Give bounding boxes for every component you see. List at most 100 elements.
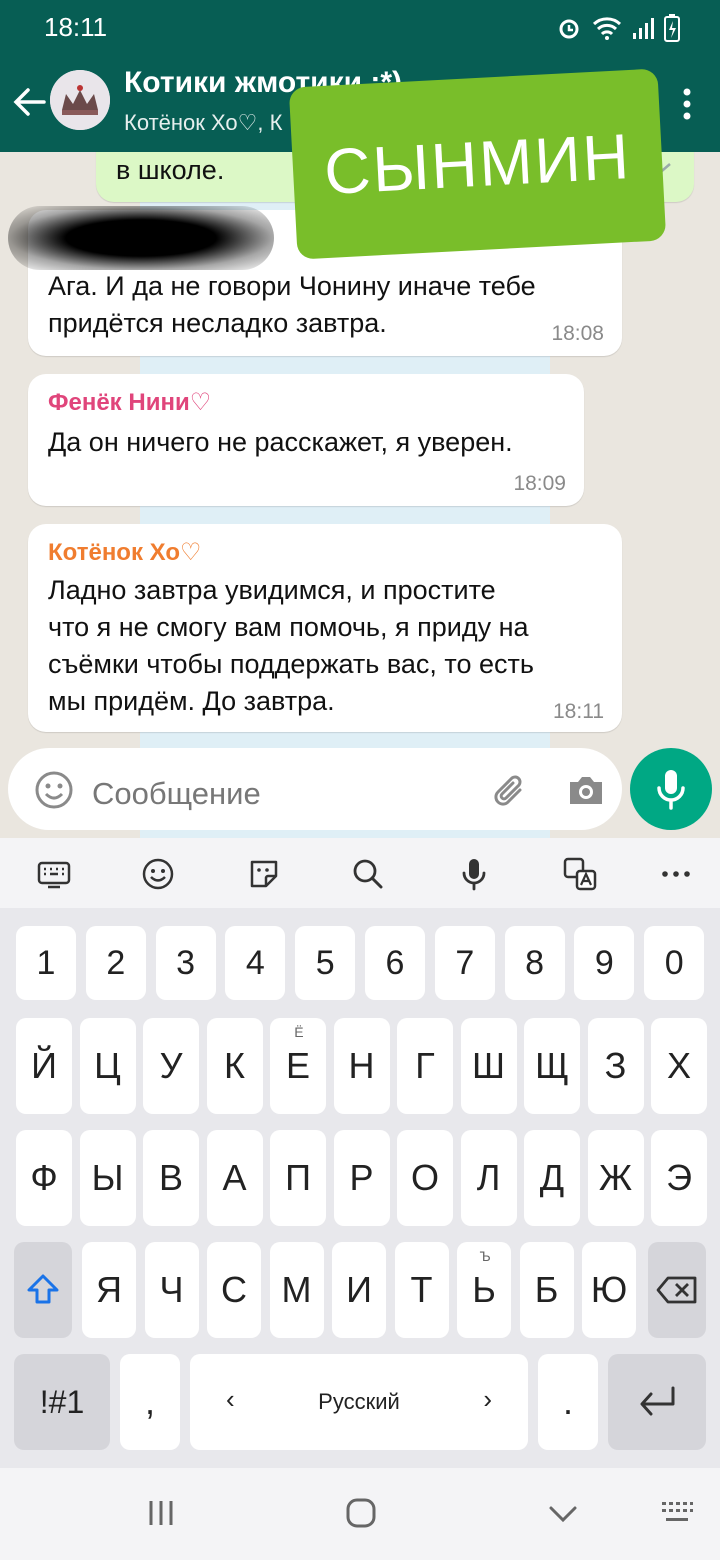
voice-input-icon[interactable] [456, 856, 492, 892]
letter-key[interactable]: ЕЁ [270, 1018, 326, 1114]
letter-key[interactable]: У [143, 1018, 199, 1114]
digit-key-5[interactable]: 5 [295, 926, 356, 1000]
backspace-key[interactable] [648, 1242, 706, 1338]
digit-key-3[interactable]: 3 [155, 926, 216, 1000]
letter-key[interactable]: З [587, 1018, 644, 1114]
back-arrow-icon[interactable] [10, 82, 50, 122]
digit-key-1[interactable]: 1 [16, 926, 76, 1000]
camera-icon[interactable] [564, 770, 608, 810]
keyboard-icon[interactable] [36, 856, 72, 892]
letter-key[interactable]: П [270, 1130, 326, 1226]
letter-key-hint: Ё [294, 1024, 304, 1040]
message-text-line: Ага. И да не говори Чонину иначе тебе [48, 271, 536, 301]
redacted-sender [8, 206, 274, 270]
letter-key[interactable]: Ч [144, 1242, 199, 1338]
search-icon[interactable] [350, 856, 386, 892]
letter-key-label: Я [96, 1269, 122, 1310]
status-time: 18:11 [44, 12, 108, 42]
letter-key[interactable]: Щ [524, 1018, 580, 1114]
digit-key-0[interactable]: 0 [644, 926, 705, 1000]
digit-key-7[interactable]: 7 [434, 926, 495, 1000]
digit-key-0-label: 0 [664, 943, 684, 982]
letter-key[interactable]: Х [651, 1018, 707, 1114]
sticker-icon[interactable] [246, 856, 282, 892]
signal-icon [633, 18, 654, 39]
message-text-line: придётся несладко завтра. [48, 308, 387, 338]
digit-key-4[interactable]: 4 [225, 926, 286, 1000]
message-text-line: что я не смогу вам помочь, я приду на [48, 612, 529, 642]
letter-key[interactable]: Я [82, 1242, 136, 1338]
letter-key-label: П [285, 1157, 311, 1198]
back-chevron-icon[interactable] [548, 1498, 578, 1528]
comma-key[interactable]: , [120, 1354, 180, 1450]
letter-key[interactable]: ЬЪ [457, 1242, 511, 1338]
letter-key-label: З [604, 1045, 627, 1086]
digit-key-6[interactable]: 6 [365, 926, 425, 1000]
letter-key-label: С [221, 1269, 247, 1310]
letter-key[interactable]: Н [333, 1018, 390, 1114]
letter-key[interactable]: М [269, 1242, 324, 1338]
space-key[interactable]: ‹ Русский › [190, 1354, 528, 1450]
digit-key-3-label: 3 [176, 943, 196, 982]
letter-key[interactable]: И [332, 1242, 386, 1338]
emoji-icon[interactable] [34, 770, 74, 810]
home-icon[interactable] [346, 1498, 376, 1528]
letter-key[interactable]: Л [460, 1130, 517, 1226]
message-bubble[interactable]: Котёнок Хо♡ Ладно завтра увидимся, и про… [28, 524, 622, 732]
letter-key-label: М [281, 1269, 312, 1310]
more-options-icon[interactable] [680, 86, 694, 122]
letter-key-label: У [159, 1045, 183, 1086]
letter-key[interactable]: Ю [582, 1242, 636, 1338]
letter-key[interactable]: Д [524, 1130, 580, 1226]
digit-key-2[interactable]: 2 [85, 926, 146, 1000]
digit-key-4-label: 4 [245, 943, 265, 982]
comma-key-label: , [144, 1381, 155, 1422]
message-input[interactable]: Сообщение [8, 748, 622, 830]
avatar[interactable] [50, 70, 110, 130]
paperclip-icon[interactable] [490, 770, 530, 810]
letter-key[interactable]: Г [397, 1018, 453, 1114]
recent-apps-icon[interactable] [146, 1498, 176, 1528]
letter-key[interactable]: К [206, 1018, 263, 1114]
letter-key[interactable]: Т [394, 1242, 449, 1338]
language-right-arrow: › [483, 1384, 492, 1414]
digit-key-8-label: 8 [525, 943, 545, 982]
letter-key[interactable]: Э [651, 1130, 707, 1226]
more-icon[interactable] [658, 856, 694, 892]
translate-icon[interactable] [562, 856, 598, 892]
message-bubble[interactable]: Фенёк Нини♡ Да он ничего не расскажет, я… [28, 374, 584, 506]
symbols-key[interactable]: !#1 [14, 1354, 110, 1450]
letter-key[interactable]: В [143, 1130, 199, 1226]
letter-key[interactable]: Ш [460, 1018, 517, 1114]
letter-key[interactable]: О [397, 1130, 453, 1226]
letter-key-label: Р [349, 1157, 374, 1198]
letter-key[interactable]: Р [333, 1130, 390, 1226]
status-bar: 18:11 [0, 0, 720, 56]
keyboard-hide-icon[interactable] [660, 1498, 694, 1528]
letter-key[interactable]: Ж [587, 1130, 644, 1226]
overlay-name-sticker: СЫНМИН [288, 68, 667, 260]
letter-key-label: Г [415, 1045, 435, 1086]
shift-key[interactable] [14, 1242, 72, 1338]
digit-key-8[interactable]: 8 [504, 926, 565, 1000]
digit-key-9[interactable]: 9 [574, 926, 635, 1000]
letter-key[interactable]: Ц [79, 1018, 136, 1114]
letter-key[interactable]: Й [16, 1018, 72, 1114]
message-time: 18:09 [513, 472, 566, 495]
letter-key-label: Ж [598, 1157, 633, 1198]
letter-key[interactable]: Ы [79, 1130, 136, 1226]
message-text-line: Да он ничего не расскажет, я уверен. [48, 427, 513, 457]
letter-key[interactable]: А [206, 1130, 263, 1226]
letter-key[interactable]: Ф [16, 1130, 72, 1226]
letter-key[interactable]: Б [519, 1242, 574, 1338]
voice-message-button[interactable] [630, 748, 712, 830]
crown-icon [50, 70, 110, 130]
enter-key[interactable] [608, 1354, 706, 1450]
emoji-icon[interactable] [140, 856, 176, 892]
letter-key-label: А [222, 1157, 247, 1198]
letter-key[interactable]: С [207, 1242, 261, 1338]
microphone-icon [657, 770, 685, 810]
digit-key-2-label: 2 [106, 943, 126, 982]
language-left-arrow: ‹ [226, 1384, 235, 1414]
period-key[interactable]: . [538, 1354, 598, 1450]
